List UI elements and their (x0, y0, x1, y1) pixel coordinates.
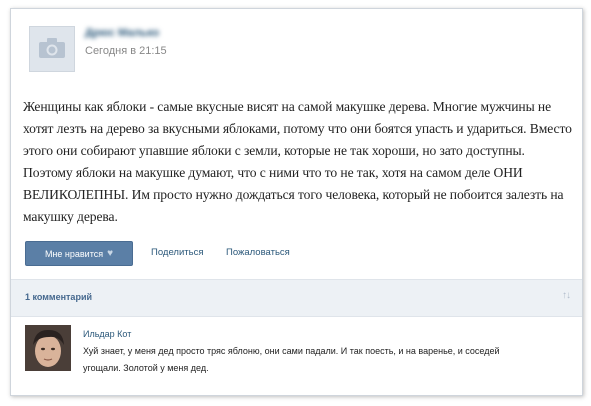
share-link[interactable]: Поделиться (151, 247, 203, 258)
sort-arrows-icon[interactable]: ↑↓ (562, 290, 571, 301)
post-card: Дрюс Малько Сегодня в 21:15 Женщины как … (10, 8, 583, 396)
post-text: Женщины как яблоки - самые вкусные висят… (23, 99, 572, 224)
post-actions: Мне нравится ♥ Поделиться Пожаловаться (25, 241, 565, 266)
comment-item: Ильдар Кот Хуй знает, у меня дед просто … (11, 317, 582, 395)
like-button[interactable]: Мне нравится ♥ (25, 241, 133, 266)
commenter-avatar[interactable] (25, 325, 71, 371)
post-author-name[interactable]: Дрюс Малько (85, 27, 159, 39)
comments-count: 1 комментарий (25, 292, 93, 302)
report-link[interactable]: Пожаловаться (226, 247, 290, 258)
heart-icon: ♥ (107, 247, 114, 259)
author-avatar[interactable] (29, 26, 75, 72)
post-header: Дрюс Малько Сегодня в 21:15 (11, 9, 582, 85)
camera-icon (39, 38, 65, 58)
commenter-photo (25, 325, 71, 371)
post-timestamp[interactable]: Сегодня в 21:15 (85, 45, 167, 57)
comments-header[interactable]: 1 комментарий ↑↓ (11, 279, 582, 317)
like-button-label: Мне нравится (44, 248, 104, 259)
comment-author[interactable]: Ильдар Кот (83, 329, 131, 339)
comment-text: Хуй знает, у меня дед просто тряс яблоню… (83, 346, 500, 373)
